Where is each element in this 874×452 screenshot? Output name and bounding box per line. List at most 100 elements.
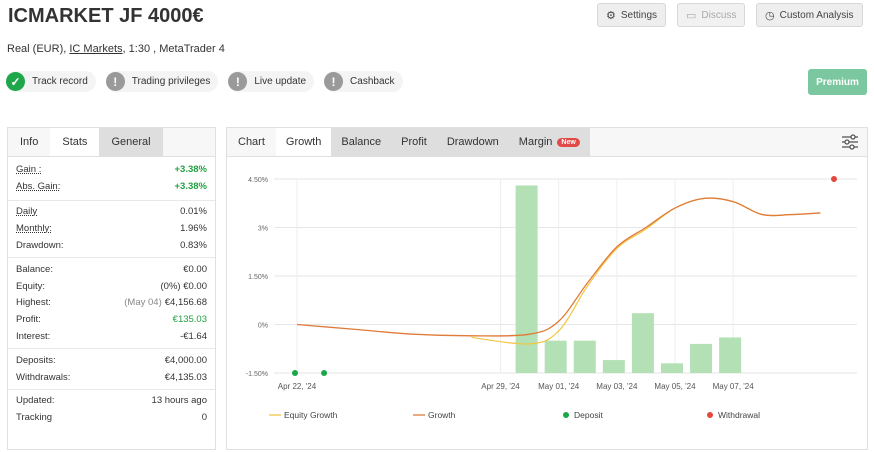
badge-label: Track record [32,76,88,87]
broker-link[interactable]: IC Markets [69,43,122,55]
divider [8,388,215,390]
legend-deposit: Deposit [574,410,603,420]
check-icon: ✓ [6,72,25,91]
stats-panel: Info Stats General Gain : +3.38% Abs. Ga… [7,127,216,450]
x-tick-label: May 05, '24 [654,382,696,391]
equity-amount: €0.00 [183,280,207,292]
x-tick-label: May 03, '24 [596,382,638,391]
stat-gain: Gain : +3.38% [16,161,207,178]
chart-tabs: Chart Growth Balance Profit Drawdown Mar… [227,128,867,157]
legend-deposit-swatch [563,412,569,418]
tab-info[interactable]: Info [8,128,50,156]
stat-monthly: Monthly: 1.96% [16,220,207,237]
chat-icon: ▭ [686,9,697,22]
stat-value: €0.00 [183,263,207,275]
tab-balance[interactable]: Balance [331,128,392,156]
stat-label: Abs. Gain: [16,180,61,192]
stat-label: Interest: [16,331,51,343]
legend-withdrawal-swatch [707,412,713,418]
stat-value: 1.96% [180,223,207,235]
stat-value: 0.83% [180,240,207,252]
stat-label: Profit: [16,314,41,326]
stat-label: Updated: [16,395,55,407]
bar [690,343,713,373]
tab-profit[interactable]: Profit [391,128,437,156]
divider [8,256,215,258]
account-leverage: , 1:30 , MetaTrader 4 [122,43,225,55]
tab-margin[interactable]: Margin New [508,128,590,156]
badge-label: Live update [254,76,307,87]
stat-withdrawals: Withdrawals: €4,135.03 [16,369,207,386]
page-title: ICMARKET JF 4000€ [8,5,204,27]
stat-value: +3.38% [174,163,208,175]
stat-value: €135.03 [172,314,207,326]
filter-settings-icon[interactable] [841,134,859,153]
y-tick-label: 1.50% [248,274,268,281]
highest-amount: €4,156.68 [164,297,207,309]
stat-deposits: Deposits: €4,000.00 [16,352,207,369]
stat-highest: Highest: (May 04) €4,156.68 [16,295,207,312]
divider [8,347,215,349]
bar [660,363,683,373]
exclamation-icon: ! [105,72,125,91]
stat-equity: Equity: (0%) €0.00 [16,278,207,295]
stat-label: Daily [16,206,38,218]
discuss-button[interactable]: ▭ Discuss [677,3,746,27]
badge-label: Trading privileges [131,76,211,87]
badge-track-record[interactable]: ✓ Track record [6,71,96,92]
deposit-point [292,370,298,376]
stat-value: 0 [201,412,207,424]
badge-cashback[interactable]: ! Cashback [324,71,403,92]
stat-value: +3.38% [174,180,208,192]
stat-label: Equity: [16,280,46,292]
stat-drawdown: Drawdown: 0.83% [16,237,207,254]
x-tick-label: May 01, '24 [538,382,580,391]
stat-label: Withdrawals: [16,371,71,383]
stat-value: €4,135.03 [164,371,207,383]
x-tick-label: Apr 29, '24 [481,382,520,391]
bar [602,360,625,373]
bar [544,340,567,373]
stat-value: (0%) €0.00 [161,281,207,292]
y-tick-label: -1.50% [246,371,268,378]
tab-general[interactable]: General [99,128,163,156]
legend-growth: Growth [428,410,456,420]
withdrawal-point [831,176,837,182]
new-badge: New [557,137,580,147]
y-tick-label: 4.50% [248,177,268,184]
stat-label: Balance: [16,263,53,275]
stat-label: Drawdown: [16,240,64,252]
bar [719,337,742,373]
settings-label: Settings [620,9,658,21]
account-info: Real (EUR), IC Markets, 1:30 , MetaTrade… [7,43,225,55]
divider [8,199,215,201]
discuss-label: Discuss [701,9,737,21]
stat-value: (May 04) €4,156.68 [124,297,207,308]
gear-icon: ⚙ [606,9,616,22]
stat-daily: Daily 0.01% [16,204,207,221]
custom-analysis-label: Custom Analysis [779,9,854,21]
stat-value: €4,000.00 [164,354,207,366]
legend-equity-growth: Equity Growth [284,410,338,420]
badge-trading-privileges[interactable]: ! Trading privileges [105,71,219,92]
y-tick-label: 3% [258,226,268,233]
stat-value: -€1.64 [180,331,207,343]
stat-label: Deposits: [16,354,56,366]
premium-button[interactable]: Premium [808,69,867,95]
equity-percent: (0%) [160,280,181,292]
stat-label: Gain : [16,163,42,175]
settings-button[interactable]: ⚙ Settings [597,3,667,27]
highest-date: (May 04) [124,297,162,309]
badge-live-update[interactable]: ! Live update [228,71,315,92]
tab-stats[interactable]: Stats [50,128,100,156]
tab-chart[interactable]: Chart [227,128,276,156]
stat-value: 0.01% [180,206,207,218]
bar [573,340,596,373]
custom-analysis-button[interactable]: ◷ Custom Analysis [756,3,863,27]
stat-interest: Interest: -€1.64 [16,328,207,345]
tab-drawdown[interactable]: Drawdown [436,128,509,156]
stat-balance: Balance: €0.00 [16,261,207,278]
exclamation-icon: ! [324,72,344,91]
tab-growth[interactable]: Growth [275,128,332,156]
stat-tracking: Tracking 0 [16,409,207,426]
